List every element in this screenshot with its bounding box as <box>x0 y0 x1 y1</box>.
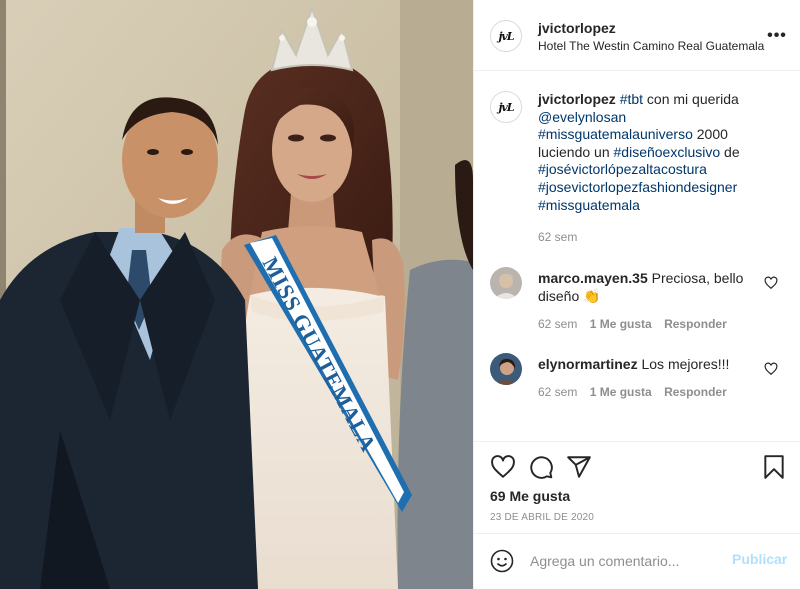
clap-emoji: 👏 <box>583 288 601 304</box>
heart-icon[interactable] <box>490 454 516 480</box>
post-actions: 69 Me gusta 23 DE ABRIL DE 2020 <box>474 441 800 533</box>
more-options-icon[interactable]: ••• <box>767 26 787 46</box>
caption-text-segment: de <box>720 143 740 160</box>
emoji-icon[interactable] <box>490 549 514 573</box>
hashtag-link[interactable]: #missguatemala <box>538 197 640 213</box>
comment-heart-icon[interactable] <box>764 276 778 290</box>
commenter-avatar-image <box>490 353 522 385</box>
comment-input[interactable] <box>530 550 726 572</box>
reply-button[interactable]: Responder <box>664 385 727 399</box>
comment-timestamp[interactable]: 62 sem <box>538 317 577 331</box>
publish-button[interactable]: Publicar <box>732 551 787 567</box>
caption-text-segment: con mi querida <box>643 91 739 107</box>
add-comment-bar: Publicar <box>474 533 800 589</box>
post-date[interactable]: 23 DE ABRIL DE 2020 <box>490 512 594 523</box>
caption-text: jvictorlopez #tbt con mi querida @evelyn… <box>538 91 778 214</box>
brand-logo: jvL <box>498 29 514 43</box>
instagram-post-modal: MISS GUATEMALA jvL jvictorlopez Hotel Th… <box>0 0 800 589</box>
author-username[interactable]: jvictorlopez <box>538 20 616 36</box>
bookmark-icon[interactable] <box>761 454 787 480</box>
comment-timestamp[interactable]: 62 sem <box>538 385 577 399</box>
caption-timestamp[interactable]: 62 sem <box>538 230 577 244</box>
commenter-avatar[interactable] <box>490 353 522 385</box>
likes-count[interactable]: 69 Me gusta <box>490 488 570 504</box>
author-avatar[interactable]: jvL <box>490 20 522 52</box>
comment-likes[interactable]: 1 Me gusta <box>590 317 652 331</box>
caption-logo: jvL <box>498 100 514 114</box>
comment-text: marco.mayen.35 Preciosa, bello diseño 👏 <box>538 269 756 305</box>
mention-link[interactable]: @evelynlosan <box>538 109 626 125</box>
post-location[interactable]: Hotel The Westin Camino Real Guatemala <box>538 39 764 53</box>
hashtag-link[interactable]: #josevictorlopezfashiondesigner <box>538 179 737 195</box>
commenter-username[interactable]: marco.mayen.35 <box>538 270 648 286</box>
reply-button[interactable]: Responder <box>664 317 727 331</box>
hashtag-link[interactable]: #josévictorlópezaltacostura <box>538 161 707 177</box>
caption-avatar[interactable]: jvL <box>490 91 522 123</box>
comment-likes[interactable]: 1 Me gusta <box>590 385 652 399</box>
post-header: jvL jvictorlopez Hotel The Westin Camino… <box>474 0 800 71</box>
comment-body: Los mejores!!! <box>637 356 730 372</box>
comment-icon[interactable] <box>528 454 554 480</box>
post-photo-illustration: MISS GUATEMALA <box>0 0 473 589</box>
caption-username[interactable]: jvictorlopez <box>538 91 616 107</box>
commenter-username[interactable]: elynormartinez <box>538 356 638 372</box>
hashtag-link[interactable]: #tbt <box>620 91 643 107</box>
hashtag-link[interactable]: #missguatemalauniverso <box>538 126 693 142</box>
comment-meta: 62 sem 1 Me gusta Responder <box>538 317 736 331</box>
comment-text: elynormartinez Los mejores!!! <box>538 355 756 373</box>
commenter-avatar[interactable] <box>490 267 522 299</box>
commenter-avatar-image <box>490 267 522 299</box>
post-side-panel: jvL jvictorlopez Hotel The Westin Camino… <box>473 0 800 589</box>
comment-meta: 62 sem 1 Me gusta Responder <box>538 385 736 399</box>
comment-heart-icon[interactable] <box>764 362 778 376</box>
post-photo[interactable]: MISS GUATEMALA <box>0 0 473 589</box>
share-icon[interactable] <box>566 454 592 480</box>
hashtag-link[interactable]: #diseñoexclusivo <box>614 144 721 160</box>
